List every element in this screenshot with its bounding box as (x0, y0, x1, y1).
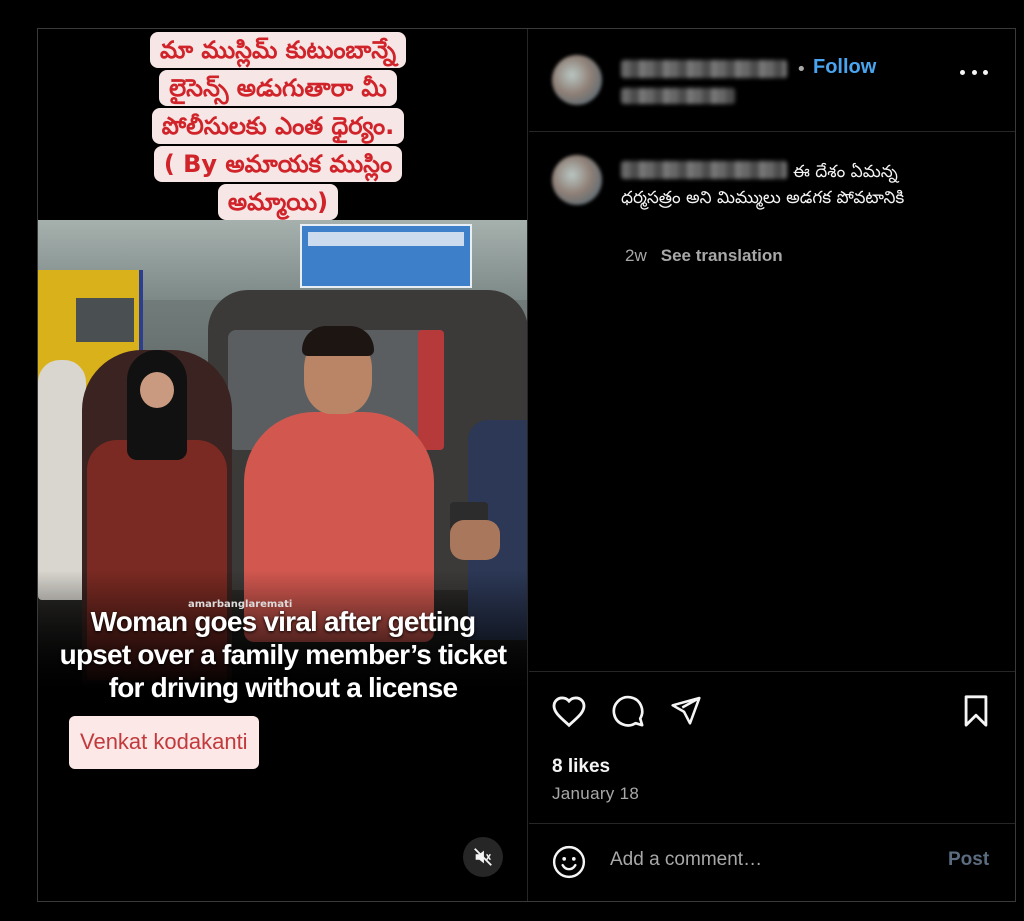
headline-line: Woman goes viral after getting (90, 606, 476, 637)
comment-icon[interactable] (611, 694, 645, 728)
heart-icon[interactable] (551, 694, 587, 728)
add-comment-bar: Add a comment… Post (529, 823, 1015, 901)
shop-sign (300, 224, 472, 288)
overlay-caption: మా ముస్లిమ్ కుటుంబాన్నే లైసెన్స్ అడుగుతా… (88, 32, 468, 222)
headline-line: upset over a family member’s ticket (59, 639, 507, 670)
credit-label: Venkat kodakanti (69, 716, 259, 769)
comment-input[interactable]: Add a comment… (610, 849, 762, 871)
likes-count[interactable]: 8 likes (552, 756, 610, 778)
bookmark-icon[interactable] (961, 694, 991, 728)
post-header: • Follow (529, 29, 1015, 132)
more-options-icon[interactable] (960, 67, 988, 77)
post-sidebar: • Follow ఈ దేశం ఏమన్న ధర్మసత్రం అని మిమ్… (529, 29, 1015, 901)
post-actions: 8 likes January 18 (529, 671, 1015, 823)
mute-button[interactable] (463, 837, 503, 877)
bystander (38, 360, 86, 600)
comment-age: 2w (625, 246, 647, 265)
muted-speaker-icon (474, 848, 492, 866)
see-translation-link[interactable]: See translation (661, 246, 783, 265)
headline-line: for driving without a license (108, 672, 458, 703)
caption-line: అమ్మాయి) (217, 184, 339, 220)
video-headline: Woman goes viral after getting upset ove… (38, 605, 527, 704)
post-button[interactable]: Post (948, 849, 989, 871)
caption-line: పోలీసులకు ఎంత ధైర్యం. (151, 108, 405, 144)
author-username-blurred[interactable] (621, 60, 787, 78)
follow-button[interactable]: Follow (813, 56, 876, 79)
commenter-avatar[interactable] (552, 155, 602, 205)
author-avatar[interactable] (552, 55, 602, 105)
author-subtitle-blurred (621, 88, 735, 104)
comment-meta: 2w See translation (625, 246, 783, 266)
caption-line: లైసెన్స్ అడుగుతారా మీ (159, 70, 397, 106)
separator: • (796, 59, 807, 80)
comment-body: ఈ దేశం ఏమన్న ధర్మసత్రం అని మిమ్ములు అడగక… (621, 159, 951, 211)
post-media[interactable]: మా ముస్లిమ్ కుటుంబాన్నే లైసెన్స్ అడుగుతా… (38, 29, 528, 901)
caption-line: ( By అమాయక ముస్లిం (153, 146, 403, 182)
post-date[interactable]: January 18 (552, 784, 639, 804)
caption-line: మా ముస్లిమ్ కుటుంబాన్నే (149, 32, 407, 68)
comment-text: ఈ దేశం ఏమన్న ధర్మసత్రం అని మిమ్ములు అడగక… (621, 162, 905, 208)
emoji-icon[interactable] (552, 845, 586, 879)
share-icon[interactable] (669, 694, 703, 726)
